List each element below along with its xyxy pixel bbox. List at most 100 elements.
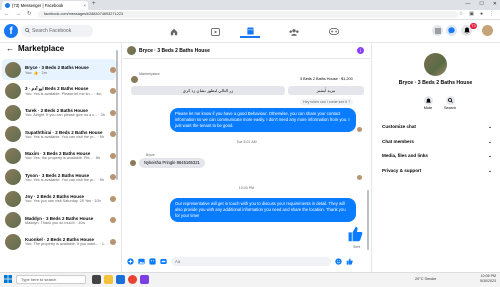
conversation-item[interactable]: Supaththirai · 2 Beds 2 Baths House You: …	[2, 124, 116, 145]
search-in-chat-button[interactable]: Search	[440, 96, 460, 110]
conversation-item[interactable]: Joy · 2 Beds 2 Baths House You: Yes you c…	[2, 188, 116, 209]
conversation-text: Tarek · 2 Beds 2 Baths House You: Alright…	[25, 108, 108, 117]
chat-scrollbar[interactable]	[367, 190, 369, 250]
facebook-search-input[interactable]: Search Facebook	[21, 25, 93, 37]
conversation-item[interactable]: ابو آدم · 3 Beds 2 Baths House You: Yes i…	[2, 81, 116, 102]
facebook-logo[interactable]: f	[4, 24, 18, 38]
marketplace-title: Marketplace	[18, 44, 65, 53]
conversation-text: Tyson · 3 Beds 2 Baths House You: Yes is …	[25, 173, 108, 182]
grid-icon	[434, 27, 441, 34]
info-icon[interactable]: i	[357, 47, 364, 54]
home-tab[interactable]	[164, 25, 184, 38]
marketplace-tab[interactable]	[240, 25, 260, 38]
minimize-button[interactable]: —	[465, 1, 470, 7]
search-placeholder: Search Facebook	[32, 28, 72, 34]
messenger-button[interactable]	[446, 25, 457, 36]
chevron-down-icon: ⌄	[488, 139, 492, 144]
contact-name[interactable]: Bryce · 3 Beds 2 Baths House	[371, 80, 500, 86]
timestamp: 10:03 PM	[238, 186, 255, 190]
conversation-preview: You: Yes you can visit Saturday. 25 Yes …	[25, 199, 101, 203]
listing-action-mark[interactable]: زر التالي لبطور نشان زد كري	[131, 86, 285, 95]
conversation-preview: You: Yes, the property is available. Ple…	[25, 156, 101, 160]
conversation-item[interactable]: Tyson · 3 Beds 2 Baths House You: Yes is …	[2, 167, 116, 188]
sticker-icon[interactable]	[149, 258, 156, 265]
conversation-item[interactable]: Kuonkel · 2 Beds 2 Baths House You: The p…	[2, 231, 116, 252]
outgoing-message[interactable]: Please let me know if you have a good Be…	[170, 108, 356, 132]
chat-title[interactable]: Bryce · 3 Beds 2 Baths House	[139, 48, 210, 54]
chevron-down-icon: ⌄	[488, 153, 492, 158]
listing-thumbnail	[5, 212, 21, 228]
privacy-support-section[interactable]: Privacy & support ⌄	[382, 168, 492, 174]
maximize-button[interactable]: ☐	[479, 1, 483, 7]
chat-members-section[interactable]: Chat members ⌄	[382, 139, 492, 145]
seen-avatar	[357, 175, 362, 180]
windows-start-icon[interactable]	[4, 275, 12, 283]
listing-thumbnail	[5, 233, 21, 250]
contact-photo[interactable]	[424, 53, 447, 76]
gif-icon[interactable]	[160, 258, 167, 265]
thumbs-up-icon[interactable]	[347, 226, 363, 242]
back-arrow-icon[interactable]: ←	[6, 44, 14, 53]
section-label: Chat members	[382, 139, 414, 144]
back-icon[interactable]: ←	[4, 11, 10, 17]
marketplace-header: ← Marketplace	[6, 44, 64, 53]
incoming-message[interactable]: Nykeisha Pringle 8645165321	[139, 158, 205, 168]
taskbar-clock[interactable]: 10:05 PM 5/30/2023	[476, 274, 496, 284]
listing-thumbnail	[5, 169, 21, 185]
profile-icon[interactable]: ●	[480, 11, 483, 17]
groups-tab[interactable]	[284, 25, 304, 38]
section-label: Media, files and links	[382, 153, 428, 158]
outgoing-message[interactable]: Our representative will get in touch wit…	[170, 198, 356, 222]
buyer-avatar	[110, 238, 116, 245]
url-field[interactable]: facebook.com/messages/t/2884074693271223	[38, 11, 458, 18]
conversation-text: Maxim · 3 Beds 2 Baths House You: Yes, th…	[25, 151, 108, 160]
edge-icon[interactable]	[116, 275, 125, 284]
listing-title[interactable]: 3 Beds 2 Baths House · $1,200	[300, 77, 353, 81]
extensions-icon[interactable]: ▣	[469, 11, 474, 17]
image-icon[interactable]	[138, 258, 145, 265]
app-icon[interactable]	[140, 275, 149, 284]
menu-grid-button[interactable]	[432, 25, 443, 36]
star-icon[interactable]: ☆	[459, 11, 463, 17]
browser-nav: ← → ↻	[4, 11, 32, 17]
section-label: Customize chat	[382, 124, 416, 129]
add-icon[interactable]	[127, 258, 134, 265]
tab-title: (73) Messenger | Facebook	[12, 3, 64, 8]
forward-icon[interactable]: →	[16, 11, 22, 17]
browser-tab[interactable]: (73) Messenger | Facebook ×	[2, 1, 88, 10]
reload-icon[interactable]: ↻	[27, 11, 32, 17]
new-tab-button[interactable]: +	[92, 1, 96, 7]
listing-thumbnail	[5, 104, 21, 121]
file-explorer-icon[interactable]	[104, 275, 113, 284]
listing-thumbnail	[5, 61, 21, 78]
mute-button[interactable]: Mute	[418, 96, 438, 110]
chevron-down-icon: ⌄	[488, 124, 492, 129]
sent-status: Sent	[353, 245, 361, 249]
message-input[interactable]	[171, 257, 331, 266]
seen-avatar	[357, 127, 362, 132]
task-view-icon[interactable]	[92, 275, 101, 284]
conversation-item[interactable]: Tarek · 2 Beds 2 Baths House You: Alright…	[2, 102, 116, 123]
taskbar-search[interactable]: Type here to search	[16, 275, 86, 284]
conversation-item[interactable]: Maxim · 3 Beds 2 Baths House You: Yes, th…	[2, 145, 116, 166]
weather-widget[interactable]: 20°C Smoke	[415, 277, 436, 281]
conversation-text: Joy · 2 Beds 2 Baths House You: Yes you c…	[25, 194, 108, 203]
close-window-button[interactable]: ✕	[493, 1, 497, 7]
window-controls: — ☐ ✕	[465, 1, 497, 7]
media-files-section[interactable]: Media, files and links ⌄	[382, 153, 492, 159]
emoji-icon[interactable]	[335, 258, 342, 265]
menu-icon[interactable]: ⋮	[489, 11, 494, 17]
conversation-preview: You: Yes is available. You can visit the…	[25, 177, 105, 182]
chrome-icon[interactable]	[128, 275, 137, 284]
conversation-item[interactable]: Bryce · 3 Beds 2 Baths House You: 👍 · 2m	[2, 59, 116, 80]
gaming-tab[interactable]	[324, 25, 344, 38]
customize-chat-section[interactable]: Customize chat ⌄	[382, 124, 492, 130]
chat-avatar[interactable]	[127, 46, 136, 55]
conversation-item[interactable]: Maddyn · 3 Beds 2 Baths House Maddyn: Tha…	[2, 210, 116, 231]
listing-action-more[interactable]: مزيد أبشنز	[288, 86, 364, 95]
video-tab[interactable]	[205, 25, 225, 38]
left-scrollbar[interactable]	[116, 50, 118, 180]
like-send-icon[interactable]	[346, 258, 353, 265]
tab-close-icon[interactable]: ×	[84, 3, 86, 8]
account-avatar[interactable]	[482, 25, 493, 36]
